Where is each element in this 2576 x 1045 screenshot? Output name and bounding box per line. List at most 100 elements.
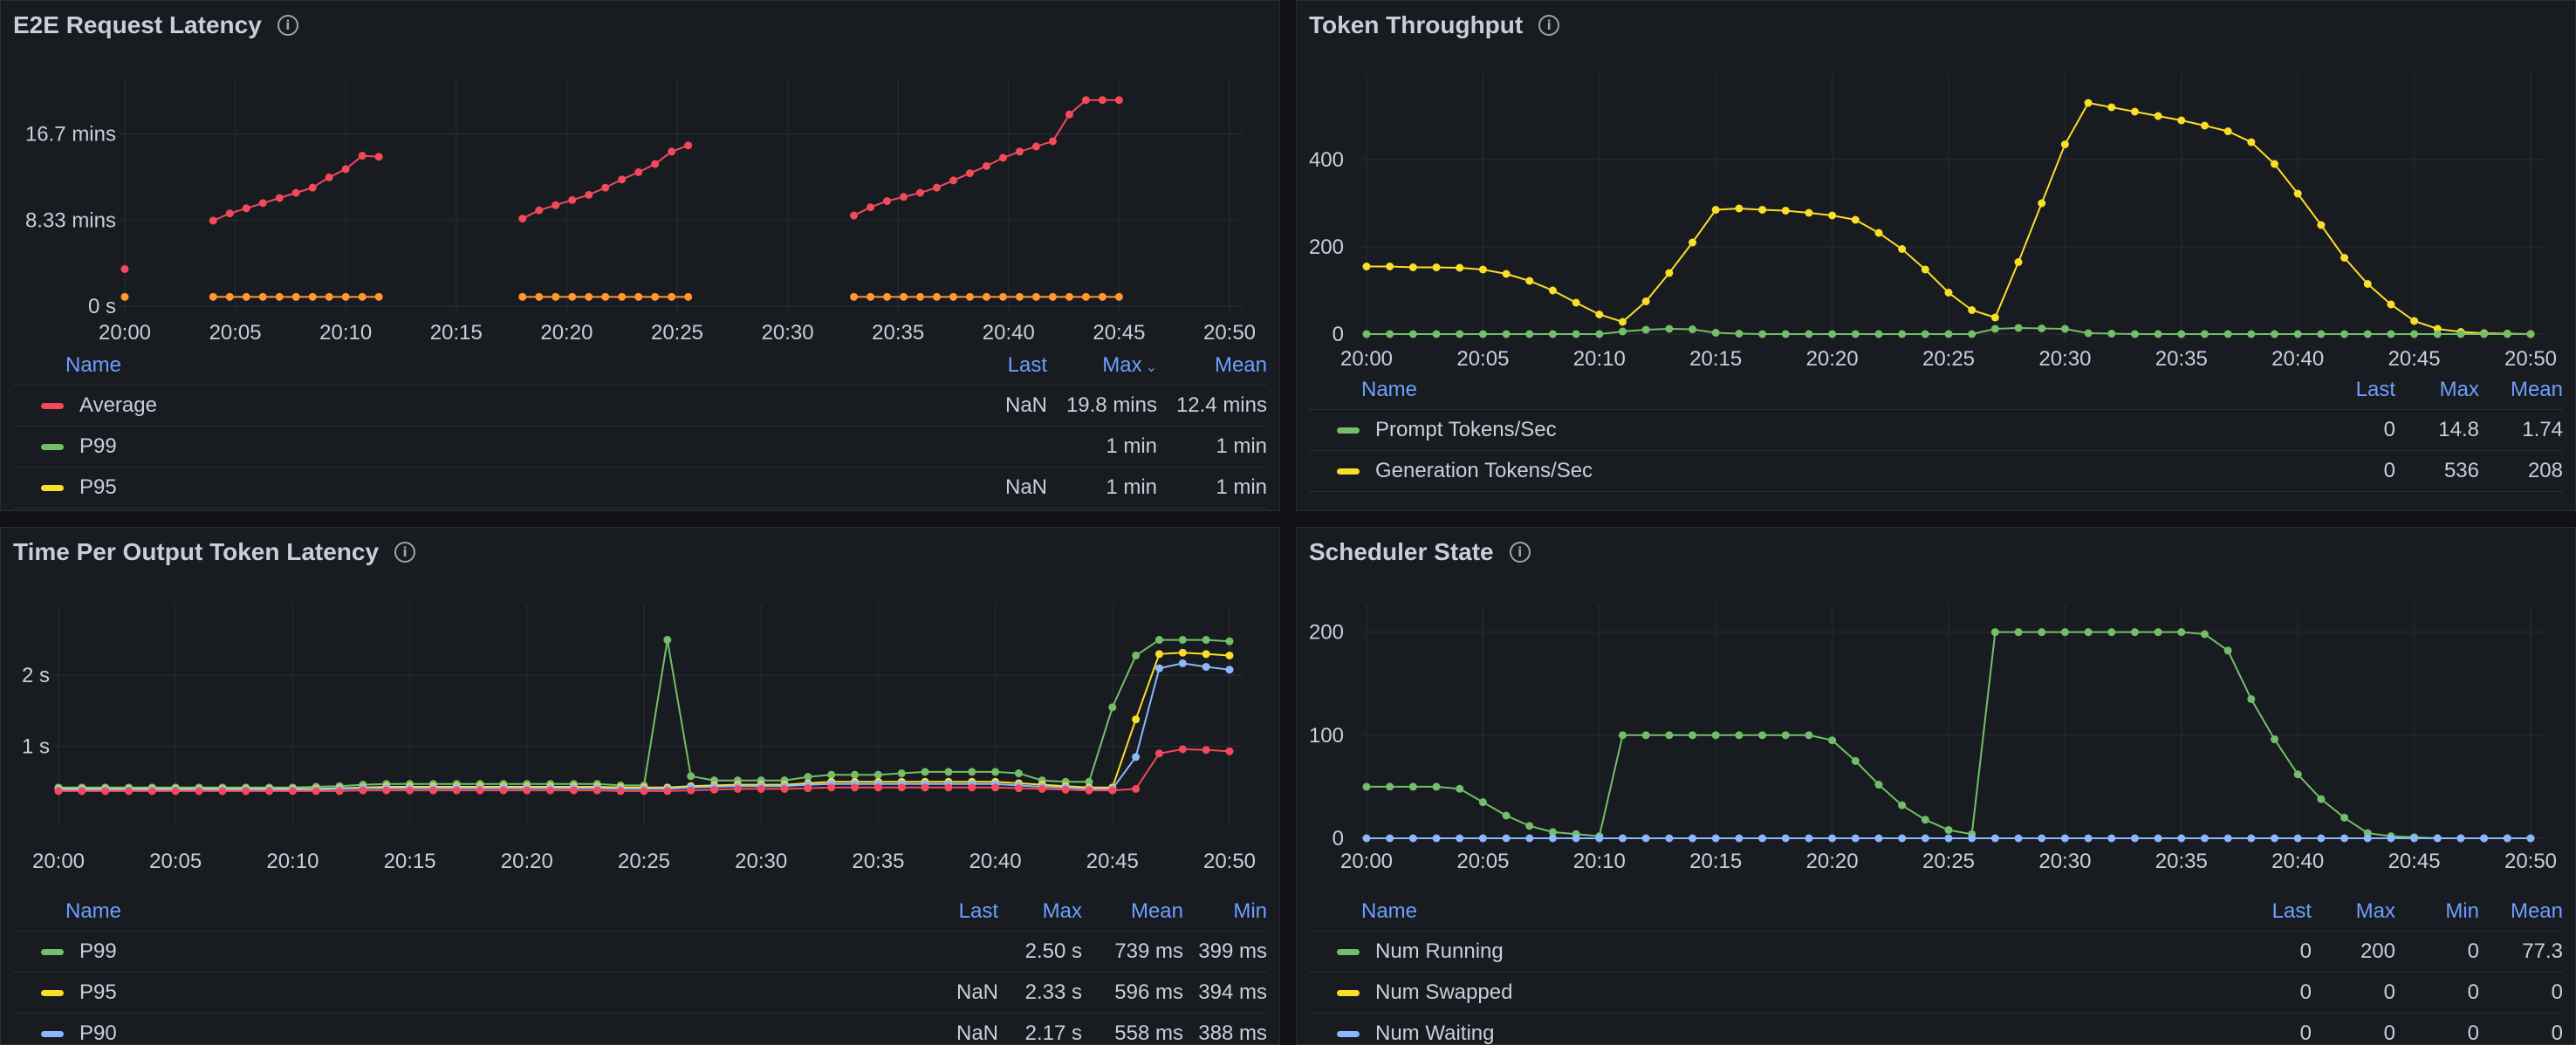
data-point [982, 161, 990, 170]
legend-header-last[interactable]: Last [981, 346, 1047, 386]
data-point [883, 292, 892, 301]
legend-series-name: Prompt Tokens/Sec [1375, 418, 1557, 441]
data-point [1432, 782, 1441, 791]
data-point [358, 292, 367, 301]
data-point [1735, 731, 1744, 740]
chart-tpot[interactable]: 20:00 20:05 20:10 20:15 20:20 20:25 20:30 20:35… [1, 528, 1280, 894]
data-point [968, 783, 976, 792]
legend-row-num-running[interactable]: Num Running 0 200 0 77.3 [1309, 931, 2563, 973]
data-point [1944, 289, 1953, 297]
legend-header-name[interactable]: Name [1309, 371, 2312, 410]
legend-header-name[interactable]: Name [13, 346, 981, 386]
x-tick-label: 20:00 [99, 321, 151, 345]
data-point [1548, 286, 1557, 295]
legend-row-p95[interactable]: P95 NaN 2.33 s 596 ms 394 ms [13, 972, 1267, 1014]
legend-series-name: Average [79, 393, 157, 417]
data-point [1944, 834, 1953, 843]
legend-header-min[interactable]: Min [1183, 892, 1267, 932]
data-point [1098, 96, 1106, 105]
data-point [1132, 753, 1141, 762]
data-point [2200, 834, 2209, 843]
panel-token-throughput: Token Throughput i 20:00 20:05 20:10 20:15 2… [1296, 0, 2576, 511]
legend-series-name: Num Running [1375, 939, 1504, 963]
data-point [335, 787, 344, 796]
data-point [2060, 140, 2069, 148]
data-point [1781, 834, 1790, 843]
data-point [883, 196, 892, 205]
legend-row-p95[interactable]: P95 NaN 1 min 1 min [13, 467, 1267, 509]
legend-header-mean[interactable]: Mean [1157, 346, 1267, 386]
legend-row-p99[interactable]: P99 2.50 s 739 ms 399 ms [13, 931, 1267, 973]
data-point [2340, 254, 2349, 262]
legend-header-mean[interactable]: Mean [1082, 892, 1183, 932]
data-point [2038, 628, 2046, 637]
data-point [1805, 834, 1813, 843]
legend-row-generation-tokens[interactable]: Generation Tokens/Sec 0 536 208 [1309, 450, 2563, 492]
legend-row-p90[interactable]: P90 NaN 2.17 s 558 ms 388 ms [13, 1013, 1267, 1044]
data-point [850, 292, 859, 301]
data-point [601, 292, 610, 301]
legend-row-average[interactable]: Average NaN 19.8 mins 12.4 mins [13, 385, 1267, 427]
chart-e2e[interactable]: 20:00 20:05 20:10 20:15 20:20 20:25 20:30 20:35… [1, 1, 1280, 350]
legend-header-max[interactable]: Max [2312, 892, 2395, 932]
data-point [867, 203, 875, 212]
data-point [851, 770, 860, 779]
data-point [1781, 207, 1790, 215]
legend-max: 2.50 s [998, 931, 1082, 973]
legend-max: 536 [2395, 450, 2479, 492]
data-point [2038, 834, 2046, 843]
data-point [780, 784, 789, 793]
x-tick-label: 20:10 [1573, 850, 1626, 873]
legend-header-mean[interactable]: Mean [2479, 371, 2563, 410]
data-point [1178, 659, 1187, 667]
legend-header-last[interactable]: Last [2312, 371, 2395, 410]
data-point [1944, 826, 1953, 835]
legend-header-name[interactable]: Name [1309, 892, 2228, 932]
data-point [120, 292, 129, 301]
data-point [1595, 834, 1604, 843]
legend-header-mean[interactable]: Mean [2479, 892, 2563, 932]
data-point [2503, 834, 2511, 843]
data-point [1408, 834, 1417, 843]
data-point [341, 292, 350, 301]
legend-header-last[interactable]: Last [2228, 892, 2312, 932]
data-point [275, 194, 284, 202]
data-point [593, 786, 601, 795]
x-tick-label: 20:25 [1922, 850, 1975, 873]
legend-row-p99[interactable]: P99 1 min 1 min [13, 426, 1267, 468]
data-point [1432, 834, 1441, 843]
legend-row-num-waiting[interactable]: Num Waiting 0 0 0 0 [1309, 1013, 2563, 1044]
data-point [916, 188, 925, 197]
legend-header-max[interactable]: Max [2395, 371, 2479, 410]
legend-row-num-swapped[interactable]: Num Swapped 0 0 0 0 [1309, 972, 2563, 1014]
y-tick-label: 0 s [88, 295, 116, 318]
data-point [2107, 628, 2116, 637]
chart-scheduler[interactable]: 20:00 20:05 20:10 20:15 20:20 20:25 20:30 20:35… [1297, 528, 2576, 894]
chart-throughput[interactable]: 20:00 20:05 20:10 20:15 20:20 20:25 20:30 20:35… [1297, 1, 2576, 376]
legend-series-name: Num Swapped [1375, 980, 1513, 1004]
legend-header-min[interactable]: Min [2395, 892, 2479, 932]
data-point [1921, 265, 1929, 274]
data-point [1595, 311, 1604, 318]
data-point [1362, 782, 1371, 791]
legend-max: 0 [2312, 972, 2395, 1014]
legend-header-max[interactable]: Max [998, 892, 1082, 932]
x-tick-label: 20:10 [319, 321, 372, 345]
data-point [1432, 330, 1441, 338]
legend-header-max[interactable]: Max ⌄ [1047, 346, 1157, 386]
x-tick-label: 20:50 [2504, 347, 2557, 371]
legend-header-name[interactable]: Name [13, 892, 932, 932]
data-point [2480, 834, 2489, 843]
x-tick-label: 20:10 [1573, 347, 1626, 371]
x-tick-label: 20:20 [1806, 347, 1859, 371]
legend-header-last[interactable]: Last [932, 892, 998, 932]
data-point [1711, 731, 1720, 740]
data-point [1178, 636, 1187, 645]
data-point [2014, 834, 2023, 843]
data-point [308, 183, 317, 192]
data-point [1202, 746, 1210, 755]
legend-row-prompt-tokens[interactable]: Prompt Tokens/Sec 0 14.8 1.74 [1309, 409, 2563, 451]
data-point [1874, 834, 1883, 843]
data-point [2154, 112, 2162, 120]
data-point [1225, 666, 1234, 674]
